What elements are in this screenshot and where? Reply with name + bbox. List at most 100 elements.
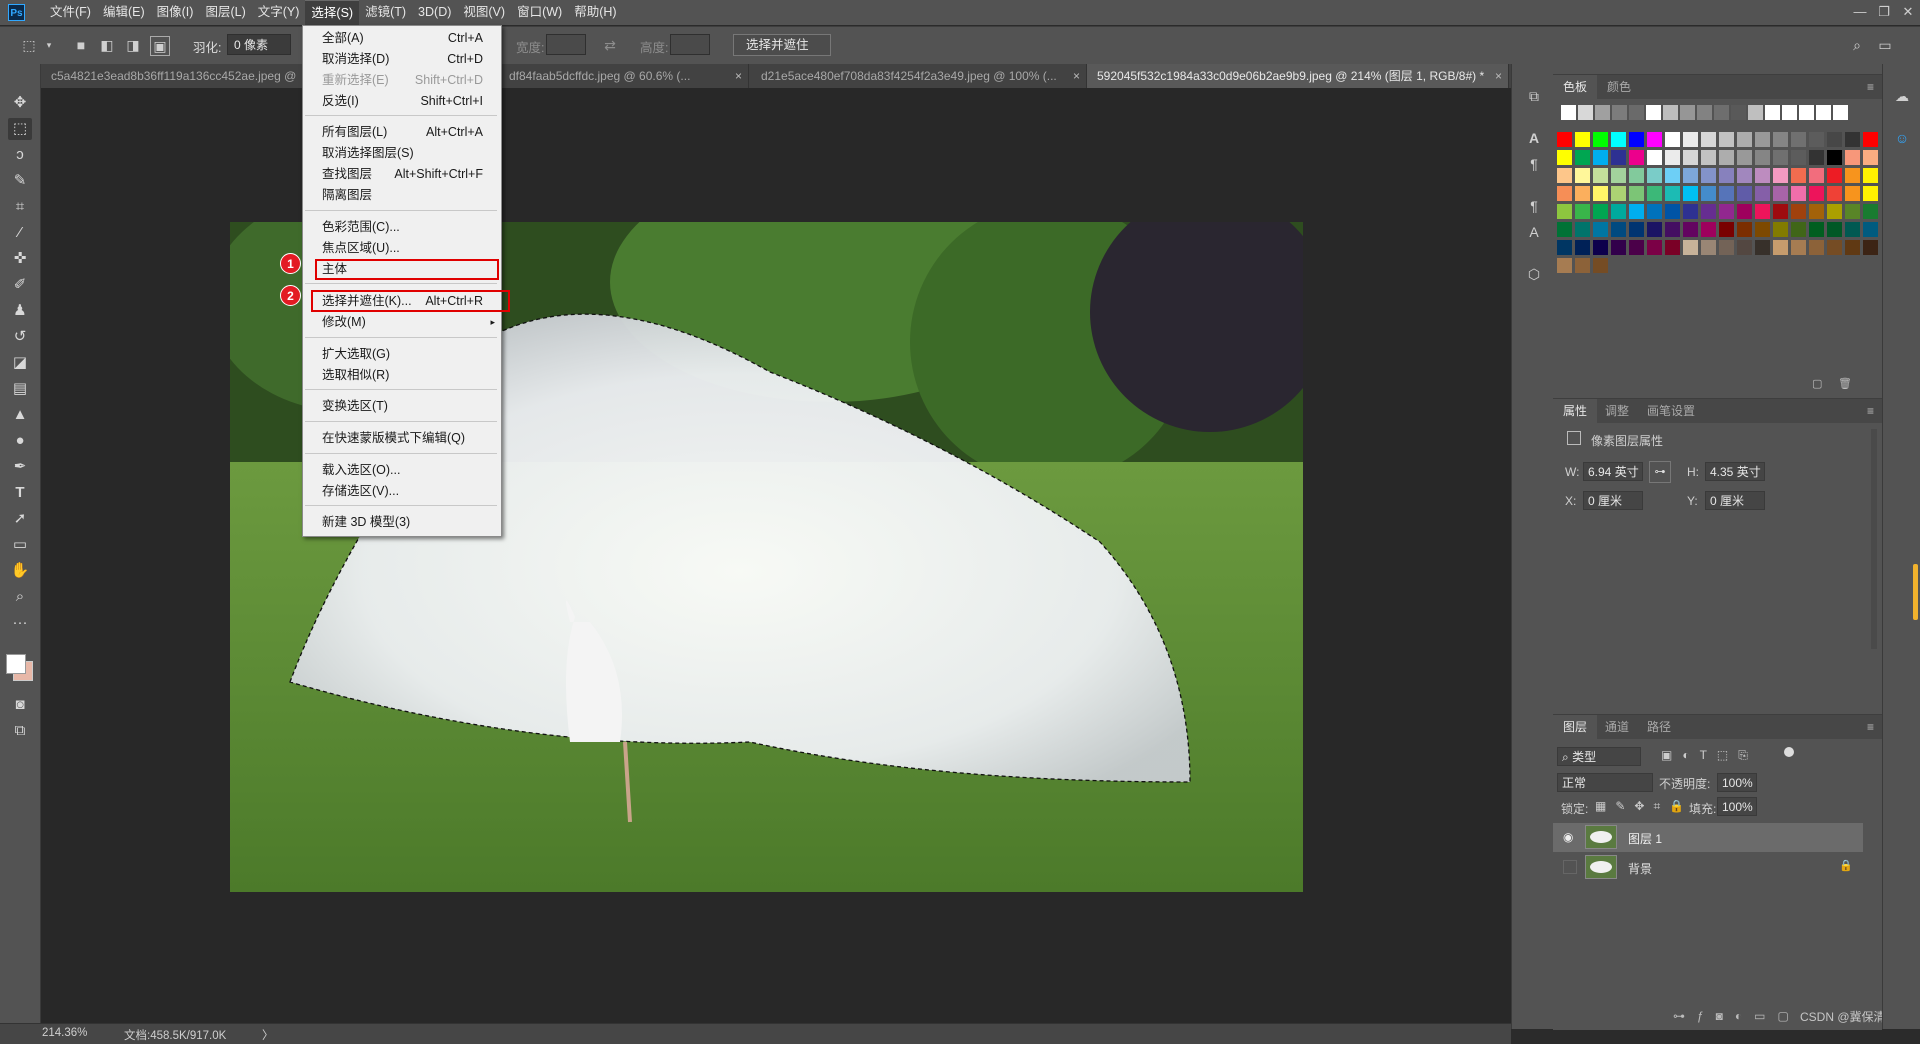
- swatch[interactable]: [1719, 222, 1734, 237]
- menu-item-modify[interactable]: 修改(M) ▸: [303, 312, 499, 333]
- swatch[interactable]: [1701, 186, 1716, 201]
- more-tools-icon[interactable]: ···: [8, 612, 32, 634]
- swatch[interactable]: [1629, 132, 1644, 147]
- quick-select-tool-icon[interactable]: ✎: [8, 170, 32, 192]
- layer-filter-select[interactable]: ⌕ 类型: [1557, 747, 1641, 766]
- width-input[interactable]: [546, 34, 586, 55]
- menu-image[interactable]: 图像(I): [151, 0, 200, 25]
- menu-layer[interactable]: 图层(L): [199, 0, 251, 25]
- swatch[interactable]: [1755, 168, 1770, 183]
- swatch[interactable]: [1773, 168, 1788, 183]
- new-selection-icon[interactable]: ■: [72, 36, 90, 54]
- swatch[interactable]: [1809, 186, 1824, 201]
- subtract-selection-icon[interactable]: ◨: [124, 36, 142, 54]
- search-icon[interactable]: ⌕: [1848, 36, 1866, 54]
- swatch[interactable]: [1611, 186, 1626, 201]
- swatch[interactable]: [1611, 222, 1626, 237]
- minimize-icon[interactable]: —: [1848, 0, 1872, 25]
- new-swatch-icon[interactable]: ▢: [1812, 377, 1822, 390]
- swatch[interactable]: [1647, 222, 1662, 237]
- path-select-tool-icon[interactable]: ➚: [8, 508, 32, 530]
- layer-name[interactable]: 背景: [1628, 860, 1652, 877]
- swatch[interactable]: [1561, 105, 1576, 120]
- swatch[interactable]: [1719, 240, 1734, 255]
- swatch[interactable]: [1773, 240, 1788, 255]
- brush-tool-icon[interactable]: ✐: [8, 274, 32, 296]
- swatch[interactable]: [1863, 168, 1878, 183]
- swatch[interactable]: [1863, 204, 1878, 219]
- swatch[interactable]: [1629, 222, 1644, 237]
- history-icon[interactable]: ⧉: [1524, 86, 1544, 106]
- history-brush-tool-icon[interactable]: ↺: [8, 326, 32, 348]
- swatch[interactable]: [1845, 132, 1860, 147]
- visibility-toggle[interactable]: [1563, 860, 1577, 874]
- swatch[interactable]: [1647, 132, 1662, 147]
- foreground-color-swatch[interactable]: [6, 654, 26, 674]
- doc-tab-1[interactable]: c5a4821e3ead8b36ff119a136cc452ae.jpeg @: [41, 64, 306, 88]
- cloud-icon[interactable]: ☁: [1892, 86, 1912, 106]
- panel-menu-icon[interactable]: ≡: [1867, 404, 1874, 418]
- swatch[interactable]: [1845, 240, 1860, 255]
- swatch[interactable]: [1714, 105, 1729, 120]
- restore-icon[interactable]: ❐: [1872, 0, 1896, 25]
- swatch[interactable]: [1773, 186, 1788, 201]
- swatch[interactable]: [1827, 222, 1842, 237]
- swatch[interactable]: [1665, 240, 1680, 255]
- tab-close-icon[interactable]: ×: [1495, 64, 1502, 88]
- tab-channels[interactable]: 通道: [1595, 715, 1639, 739]
- swatch[interactable]: [1791, 168, 1806, 183]
- swatch[interactable]: [1575, 150, 1590, 165]
- layer-row[interactable]: ◉ 图层 1: [1553, 823, 1863, 852]
- swatch[interactable]: [1755, 222, 1770, 237]
- lock-icons[interactable]: ▦✎✥⌗🔒: [1595, 799, 1693, 814]
- swatch[interactable]: [1557, 132, 1572, 147]
- menu-item-load-selection[interactable]: 载入选区(O)...: [303, 460, 499, 481]
- eyedropper-tool-icon[interactable]: ⁄: [8, 222, 32, 244]
- shape-tool-icon[interactable]: ▭: [8, 534, 32, 556]
- swatch[interactable]: [1647, 168, 1662, 183]
- height-field[interactable]: 4.35 英寸: [1705, 462, 1765, 481]
- status-chevron-icon[interactable]: 〉: [262, 1027, 274, 1043]
- swatch[interactable]: [1809, 132, 1824, 147]
- menu-item-select-all[interactable]: 全部(A) Ctrl+A: [303, 28, 499, 49]
- swatch[interactable]: [1557, 240, 1572, 255]
- swatch[interactable]: [1683, 204, 1698, 219]
- swatch[interactable]: [1701, 168, 1716, 183]
- swatch[interactable]: [1593, 204, 1608, 219]
- swatch[interactable]: [1773, 132, 1788, 147]
- swatch[interactable]: [1827, 186, 1842, 201]
- swatch[interactable]: [1719, 186, 1734, 201]
- swatch[interactable]: [1647, 186, 1662, 201]
- swatch[interactable]: [1719, 150, 1734, 165]
- layer-name[interactable]: 图层 1: [1628, 830, 1662, 847]
- menu-item-new-3d-model[interactable]: 新建 3D 模型(3): [303, 512, 499, 533]
- swatch[interactable]: [1799, 105, 1814, 120]
- swatch[interactable]: [1748, 105, 1763, 120]
- menu-3d[interactable]: 3D(D): [412, 0, 457, 25]
- swatch[interactable]: [1629, 168, 1644, 183]
- menu-edit[interactable]: 编辑(E): [97, 0, 151, 25]
- menu-item-isolate-layers[interactable]: 隔离图层: [303, 185, 499, 206]
- swatch[interactable]: [1737, 204, 1752, 219]
- chevron-down-icon[interactable]: ▾: [40, 36, 58, 54]
- swatch[interactable]: [1816, 105, 1831, 120]
- swatch[interactable]: [1629, 186, 1644, 201]
- swatch[interactable]: [1737, 186, 1752, 201]
- menu-filter[interactable]: 滤镜(T): [359, 0, 412, 25]
- link-icon[interactable]: ⊶: [1649, 461, 1671, 483]
- swatch[interactable]: [1833, 105, 1848, 120]
- swatch[interactable]: [1647, 204, 1662, 219]
- swatch[interactable]: [1647, 150, 1662, 165]
- type-tool-icon[interactable]: T: [8, 482, 32, 504]
- add-selection-icon[interactable]: ◧: [98, 36, 116, 54]
- menu-item-deselect-layers[interactable]: 取消选择图层(S): [303, 143, 499, 164]
- swatch[interactable]: [1809, 204, 1824, 219]
- dodge-tool-icon[interactable]: ●: [8, 430, 32, 452]
- swatch[interactable]: [1737, 168, 1752, 183]
- stamp-tool-icon[interactable]: ♟: [8, 300, 32, 322]
- swatch[interactable]: [1755, 204, 1770, 219]
- select-and-mask-button[interactable]: 选择并遮住 ...: [733, 34, 831, 72]
- swatch[interactable]: [1701, 132, 1716, 147]
- tab-properties[interactable]: 属性: [1553, 399, 1598, 423]
- eye-icon[interactable]: ◉: [1563, 830, 1573, 844]
